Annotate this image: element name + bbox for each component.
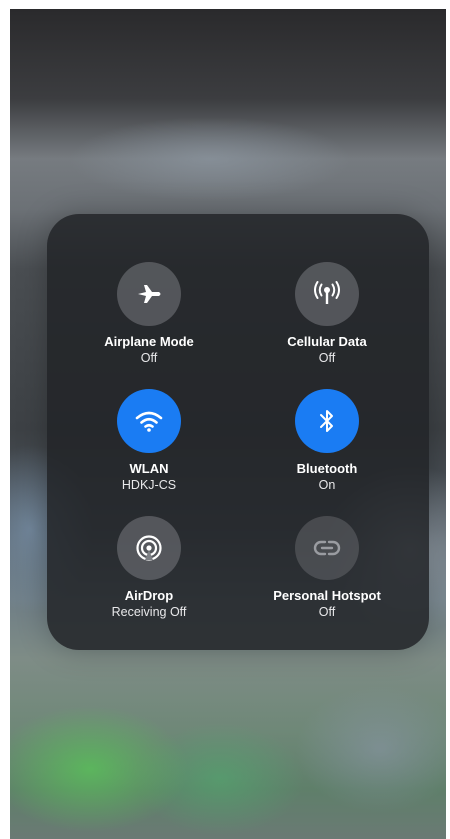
wifi-icon (134, 408, 164, 434)
bluetooth-button[interactable] (295, 389, 359, 453)
airdrop-button[interactable] (117, 516, 181, 580)
airplane-mode-label: Airplane Mode (104, 334, 194, 349)
airdrop-toggle[interactable]: AirDrop Receiving Off (59, 516, 239, 620)
wlan-button[interactable] (117, 389, 181, 453)
bluetooth-label: Bluetooth (296, 461, 358, 476)
personal-hotspot-status: Off (318, 605, 336, 619)
airplane-mode-status: Off (140, 351, 158, 365)
airplane-mode-toggle[interactable]: Airplane Mode Off (59, 262, 239, 366)
airdrop-status: Receiving Off (111, 605, 187, 619)
cellular-data-status: Off (318, 351, 336, 365)
personal-hotspot-toggle[interactable]: Personal Hotspot Off (237, 516, 417, 620)
connectivity-panel: Airplane Mode Off Cellular Data Off WLAN… (47, 214, 429, 650)
cellular-data-button[interactable] (295, 262, 359, 326)
cellular-data-toggle[interactable]: Cellular Data Off (237, 262, 417, 366)
bluetooth-status: On (318, 478, 336, 492)
wlan-network-name: HDKJ-CS (121, 478, 177, 492)
antenna-icon (312, 280, 342, 308)
wlan-label: WLAN (129, 461, 169, 476)
cellular-data-label: Cellular Data (287, 334, 367, 349)
airdrop-icon (134, 533, 164, 563)
phone-screen: Airplane Mode Off Cellular Data Off WLAN… (10, 9, 446, 839)
airplane-mode-button[interactable] (117, 262, 181, 326)
hotspot-icon (312, 535, 342, 561)
bluetooth-toggle[interactable]: Bluetooth On (237, 389, 417, 493)
personal-hotspot-button[interactable] (295, 516, 359, 580)
personal-hotspot-label: Personal Hotspot (273, 588, 381, 603)
airdrop-label: AirDrop (124, 588, 174, 603)
wlan-toggle[interactable]: WLAN HDKJ-CS (59, 389, 239, 493)
airplane-icon (135, 280, 163, 308)
bluetooth-icon (316, 407, 338, 435)
